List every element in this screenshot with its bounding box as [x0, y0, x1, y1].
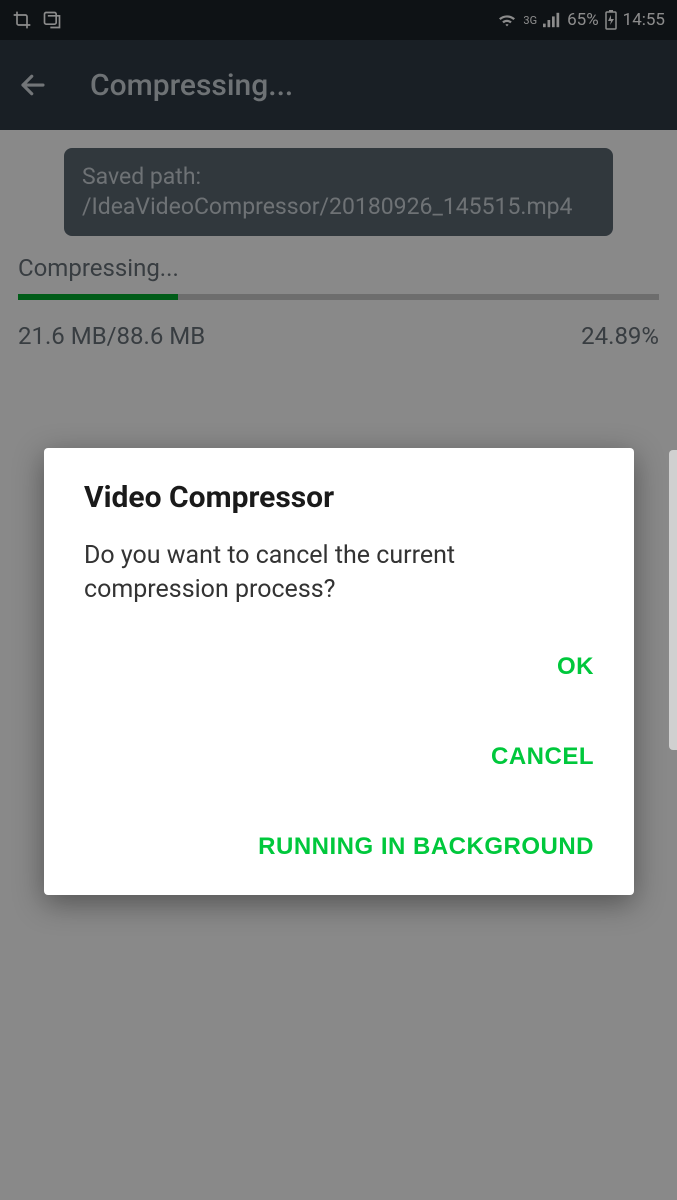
running-background-button[interactable]: RUNNING IN BACKGROUND [258, 827, 594, 867]
scroll-indicator[interactable] [669, 450, 677, 750]
ok-button[interactable]: OK [557, 647, 594, 687]
dialog: Video Compressor Do you want to cancel t… [44, 448, 634, 895]
dialog-buttons: OK CANCEL RUNNING IN BACKGROUND [84, 647, 594, 867]
dialog-message: Do you want to cancel the current compre… [84, 539, 594, 607]
modal-overlay[interactable]: Video Compressor Do you want to cancel t… [0, 0, 677, 1200]
dialog-title: Video Compressor [84, 480, 594, 515]
cancel-button[interactable]: CANCEL [491, 737, 594, 777]
